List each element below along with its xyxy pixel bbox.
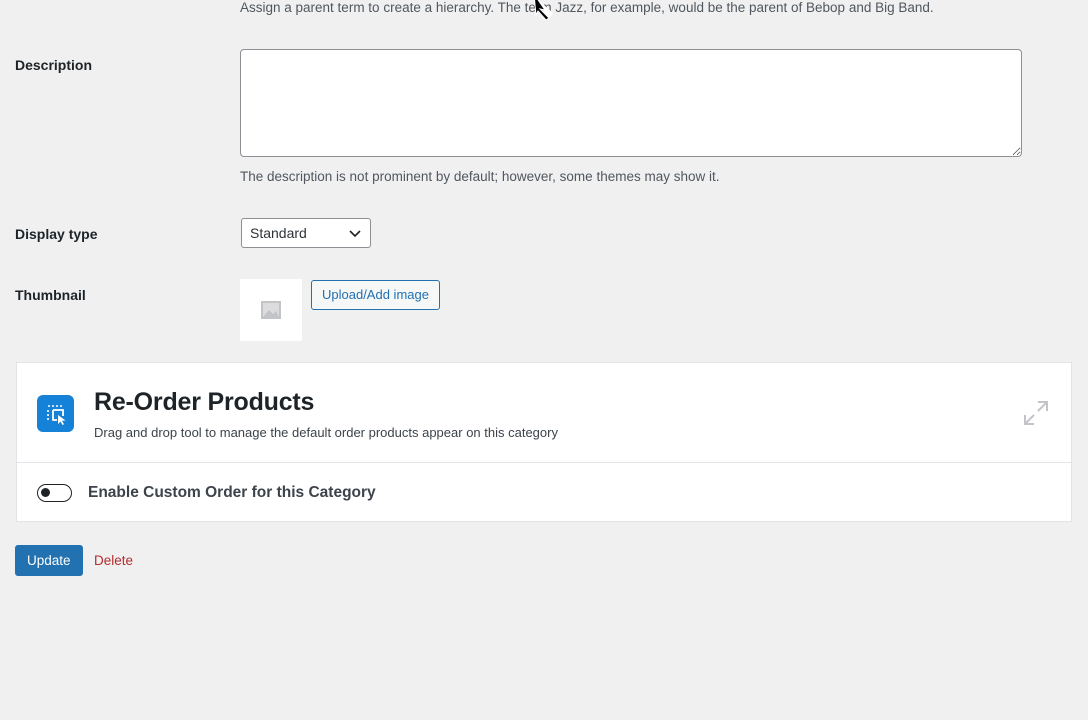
update-button[interactable]: Update bbox=[15, 545, 83, 576]
display-type-label: Display type bbox=[15, 226, 98, 242]
thumbnail-label: Thumbnail bbox=[15, 287, 86, 303]
custom-order-toggle-row: Enable Custom Order for this Category bbox=[17, 463, 1071, 521]
parent-help-text: Assign a parent term to create a hierarc… bbox=[240, 0, 934, 15]
reorder-panel-header: Re-Order Products Drag and drop tool to … bbox=[17, 363, 1071, 463]
upload-image-button[interactable]: Upload/Add image bbox=[311, 280, 440, 310]
description-textarea[interactable] bbox=[240, 49, 1022, 157]
chevron-down-icon bbox=[349, 230, 361, 238]
mouse-cursor-icon bbox=[533, 0, 553, 20]
description-label: Description bbox=[15, 57, 93, 73]
edit-category-page: Assign a parent term to create a hierarc… bbox=[0, 0, 1088, 720]
reorder-panel-title: Re-Order Products bbox=[94, 388, 315, 416]
reorder-products-panel: Re-Order Products Drag and drop tool to … bbox=[16, 362, 1072, 522]
expand-icon[interactable] bbox=[1021, 398, 1051, 428]
description-help-text: The description is not prominent by defa… bbox=[240, 169, 720, 184]
custom-order-toggle[interactable] bbox=[37, 484, 72, 502]
delete-link[interactable]: Delete bbox=[94, 553, 133, 568]
custom-order-toggle-label: Enable Custom Order for this Category bbox=[88, 484, 376, 501]
display-type-selected-value: Standard bbox=[250, 225, 307, 241]
image-placeholder-icon bbox=[261, 301, 281, 319]
display-type-select[interactable]: Standard bbox=[241, 218, 371, 248]
thumbnail-preview bbox=[240, 279, 302, 341]
reorder-panel-subtitle: Drag and drop tool to manage the default… bbox=[94, 425, 558, 440]
reorder-logo-icon bbox=[37, 395, 74, 432]
toggle-knob bbox=[41, 488, 50, 497]
